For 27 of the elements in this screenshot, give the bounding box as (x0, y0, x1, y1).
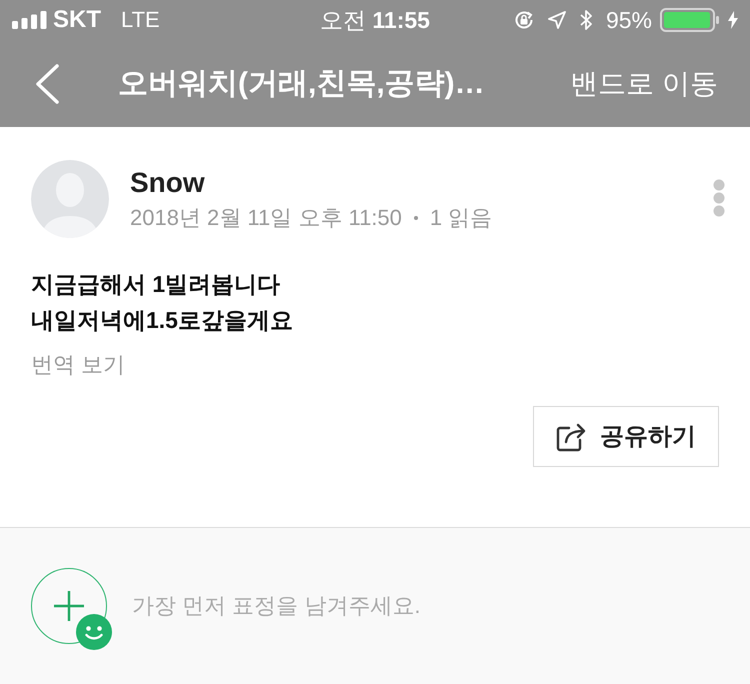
smiley-badge-icon (76, 614, 112, 650)
charging-bolt-icon (728, 11, 738, 29)
share-icon (556, 422, 586, 452)
signal-bars-icon (12, 11, 47, 29)
location-arrow-icon (548, 11, 566, 29)
clock-time: 오전 11:55 (320, 8, 430, 32)
go-to-band-link[interactable]: 밴드로 이동 (570, 70, 718, 98)
post-date: 2018년 2월 11일 오후 11:50 (130, 204, 402, 232)
post-text-line: 지금급해서 1빌려봅니다 (31, 270, 280, 299)
rotation-lock-icon (514, 10, 534, 30)
network-type: LTE (121, 9, 160, 31)
more-dots-icon (713, 179, 725, 217)
bluetooth-icon (580, 9, 592, 31)
reaction-prompt: 가장 먼저 표정을 남겨주세요. (132, 592, 420, 620)
translate-link[interactable]: 번역 보기 (31, 347, 126, 383)
battery-icon (660, 8, 720, 32)
carrier-name: SKT (53, 8, 101, 32)
back-button[interactable] (33, 62, 61, 106)
read-count[interactable]: 1 읽음 (430, 201, 492, 235)
plus-icon (54, 591, 84, 621)
band-title: 오버워치(거래,친목,공략)… (118, 68, 485, 98)
post-text-line: 내일저녁에1.5로갚을게요 (31, 306, 293, 335)
share-button[interactable]: 공유하기 (533, 406, 719, 467)
avatar-silhouette-icon (31, 160, 109, 238)
back-chevron-icon (35, 64, 59, 104)
author-name[interactable]: Snow (130, 165, 205, 201)
battery-percent: 95% (606, 8, 652, 32)
